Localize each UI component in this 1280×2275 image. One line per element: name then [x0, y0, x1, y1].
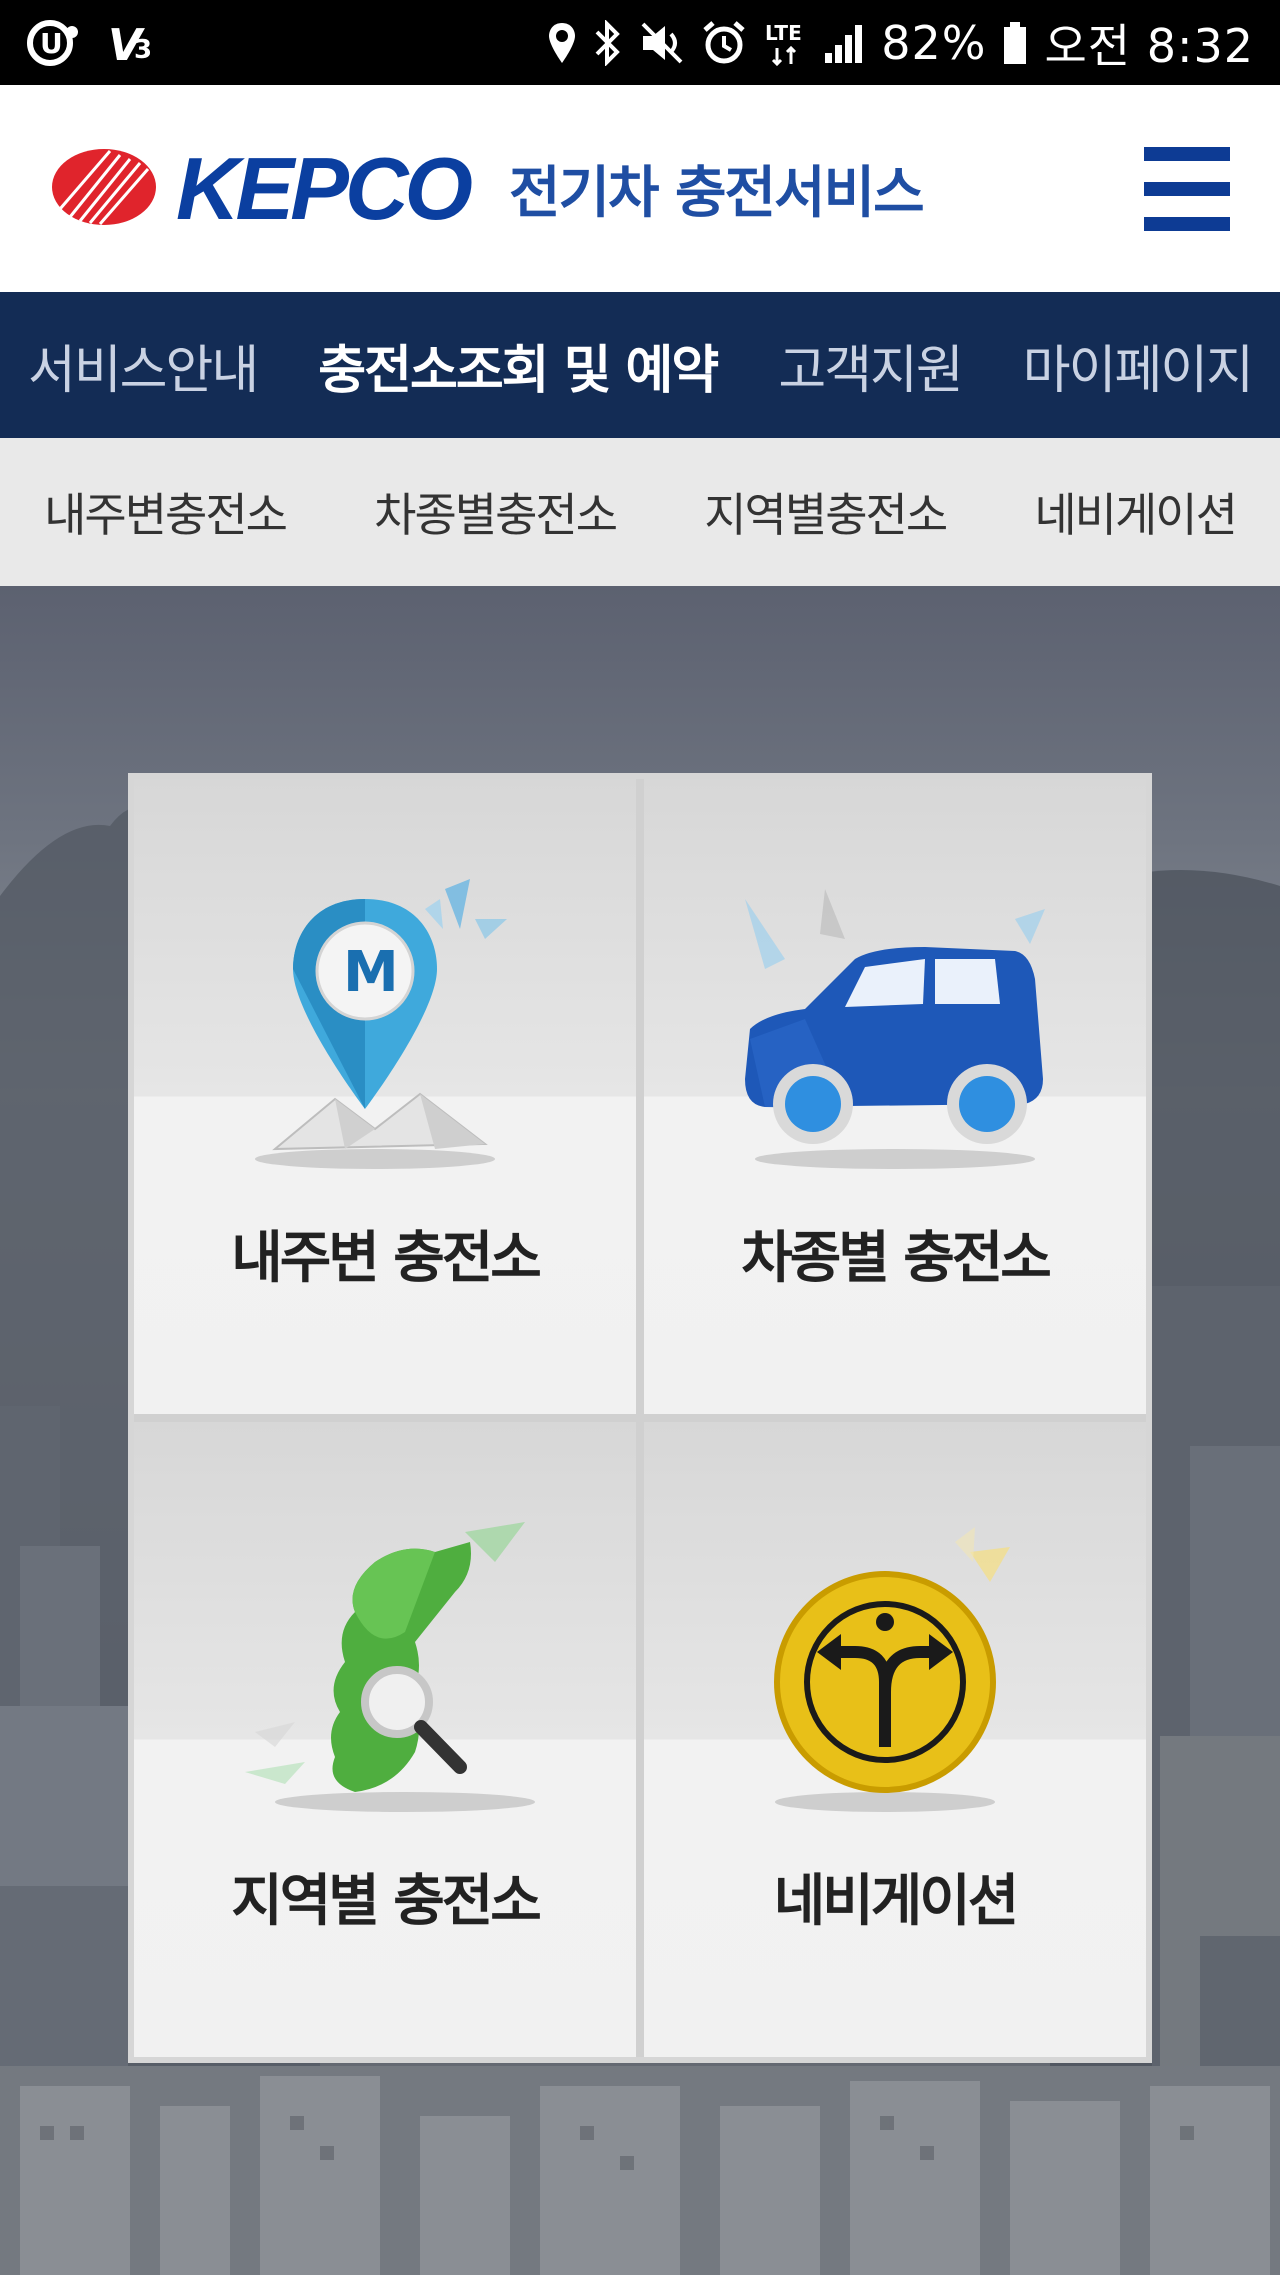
korea-map-icon [225, 1522, 545, 1826]
main-nav-item-mypage[interactable]: 마이페이지 [1023, 328, 1254, 403]
menu-grid: M 내주변 충전소 차종별 충전소 지역별 충전소 네비게이션 [128, 773, 1152, 2063]
status-bar: U V3 LTE 82% 오전 8:32 [0, 0, 1280, 85]
sub-nav-item-by-region[interactable]: 지역별충전소 [704, 479, 948, 545]
main-nav-item-customer-support[interactable]: 고객지원 [778, 328, 963, 403]
battery-icon [1002, 15, 1028, 71]
status-left: U V3 [26, 15, 160, 71]
clock: 오전 8:32 [1044, 18, 1254, 73]
main-nav-item-service-guide[interactable]: 서비스안내 [28, 328, 259, 403]
uplus-icon: U [26, 15, 82, 71]
sub-nav-item-by-vehicle[interactable]: 차종별충전소 [374, 479, 618, 545]
navigation-icon [745, 1522, 1045, 1826]
battery-percent: 82% [881, 15, 987, 70]
car-icon [725, 879, 1065, 1183]
hamburger-bar [1144, 146, 1230, 161]
sub-nav-item-navigation[interactable]: 네비게이션 [1034, 479, 1238, 545]
signal-icon [823, 15, 865, 71]
main-nav-item-station-search[interactable]: 충전소조회 및 예약 [318, 328, 719, 403]
status-right: LTE 82% 오전 8:32 [547, 10, 1254, 76]
tile-nearby-stations[interactable]: M 내주변 충전소 [134, 779, 636, 1414]
svg-text:U: U [40, 27, 63, 60]
map-pin-icon: M [245, 879, 525, 1183]
service-title: 전기차 충전서비스 [508, 161, 925, 226]
menu-button[interactable] [1144, 146, 1230, 231]
tile-label-by-region: 지역별 충전소 [231, 1869, 542, 1934]
hamburger-bar [1144, 216, 1230, 231]
main-nav: 서비스안내 충전소조회 및 예약 고객지원 마이페이지 [0, 292, 1280, 438]
tile-navigation[interactable]: 네비게이션 [644, 1422, 1146, 2057]
app-header: KEPCO 전기차 충전서비스 [0, 85, 1280, 292]
sub-nav-item-nearby[interactable]: 내주변충전소 [44, 479, 288, 545]
tile-by-vehicle[interactable]: 차종별 충전소 [644, 779, 1146, 1414]
brand-logo[interactable]: KEPCO 전기차 충전서비스 [50, 138, 925, 238]
brand-wordmark: KEPCO [176, 138, 473, 238]
sub-nav: 내주변충전소 차종별충전소 지역별충전소 네비게이션 [0, 438, 1280, 586]
tile-label-nearby: 내주변 충전소 [231, 1226, 542, 1291]
bluetooth-icon [593, 15, 623, 71]
tile-label-by-vehicle: 차종별 충전소 [741, 1226, 1052, 1291]
alarm-icon [701, 15, 747, 71]
svg-text:3: 3 [134, 35, 152, 65]
lte-icon: LTE [763, 15, 807, 71]
mute-icon [639, 15, 685, 71]
svg-text:LTE: LTE [765, 21, 802, 45]
tile-label-navigation: 네비게이션 [773, 1869, 1020, 1934]
svg-text:M: M [343, 940, 399, 1005]
kepco-logo-icon [50, 147, 158, 231]
location-icon [547, 15, 577, 71]
v3-icon: V3 [108, 15, 160, 71]
tile-by-region[interactable]: 지역별 충전소 [134, 1422, 636, 2057]
hamburger-bar [1144, 181, 1230, 196]
